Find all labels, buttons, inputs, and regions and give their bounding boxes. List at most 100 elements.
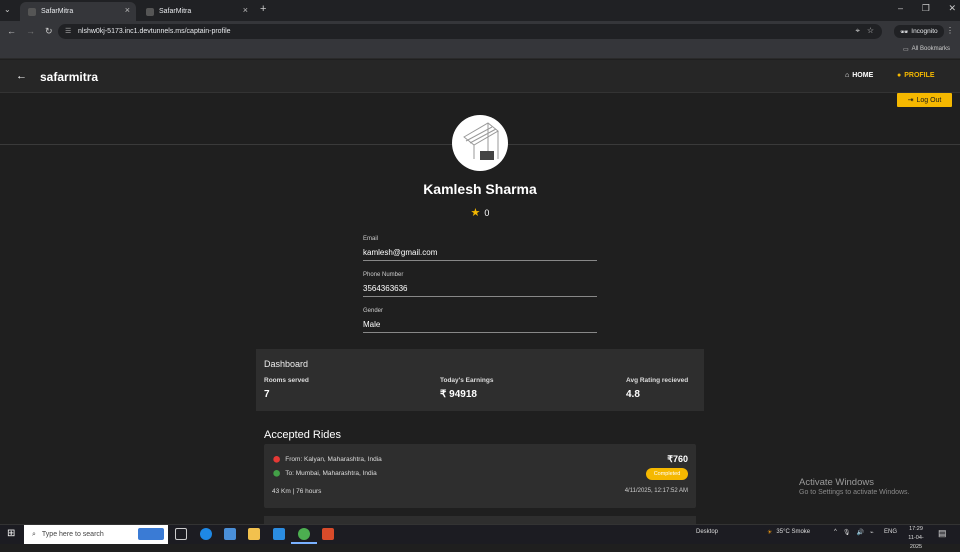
search-icon: ⌕ — [32, 530, 36, 538]
favicon-icon — [28, 7, 36, 16]
stat-label: Rooms served — [264, 377, 309, 384]
brand-logo[interactable]: safarmitra — [40, 70, 98, 84]
back-icon[interactable]: ← — [7, 26, 16, 37]
folder-icon: ▭ — [903, 47, 909, 53]
search-placeholder: Type here to search — [41, 531, 104, 538]
weather-icon: ☀ — [767, 530, 773, 536]
user-icon: ● — [897, 72, 902, 79]
language-indicator[interactable]: ENG — [884, 529, 897, 535]
clock-date: 11-04-2025 — [908, 535, 924, 550]
incognito-icon: 🕶 — [900, 28, 909, 36]
favicon-icon — [146, 7, 154, 16]
nav-home[interactable]: ⌂ HOME — [845, 72, 873, 79]
dashboard-card: Dashboard Rooms served 7 Today's Earning… — [256, 349, 704, 411]
rides-title: Accepted Rides — [264, 429, 342, 441]
tab-active[interactable]: SafarMitra × — [20, 2, 136, 21]
powerpoint-icon[interactable] — [322, 528, 334, 540]
gender-field[interactable]: Male — [363, 320, 597, 333]
location-icon[interactable]: ⌖ — [855, 26, 860, 36]
stat-label: Today's Earnings — [440, 377, 494, 384]
clock[interactable]: 17:29 11-04-2025 — [903, 525, 929, 552]
tab-label: SafarMitra — [159, 8, 192, 15]
ride-from: ⬤ From: Kalyan, Maharashtra, India — [273, 455, 382, 464]
home-icon: ⌂ — [845, 72, 850, 79]
activate-windows-subtitle: Go to Settings to activate Windows. — [799, 489, 910, 496]
weather-text: 35°C Smoke — [776, 529, 811, 535]
incognito-indicator[interactable]: 🕶 Incognito — [894, 25, 944, 38]
tab-list-icon[interactable]: ⌄ — [4, 5, 11, 14]
microphone-icon[interactable]: 🎙 — [843, 529, 851, 536]
ride-to-text: To: Mumbai, Maharashtra, India — [285, 469, 377, 477]
bookmark-star-icon[interactable]: ☆ — [867, 26, 874, 35]
avatar-illustration — [463, 122, 499, 160]
tab-inactive[interactable]: SafarMitra × — [138, 2, 254, 21]
ride-datetime: 4/11/2025, 12:17:52 AM — [624, 488, 688, 494]
network-icon[interactable]: ⌁ — [870, 529, 874, 536]
search-highlight-icon — [138, 528, 164, 540]
close-tab-icon[interactable]: × — [243, 5, 248, 15]
windows-start-icon[interactable]: ⊞ — [7, 528, 15, 539]
nav-home-label: HOME — [852, 72, 874, 79]
rating-value: 0 — [484, 207, 490, 218]
system-tray: ^ 🎙 🔊 ⌁ — [834, 529, 874, 536]
email-field[interactable]: kamlesh@gmail.com — [363, 248, 597, 261]
ride-from-text: From: Kalyan, Maharashtra, India — [285, 455, 382, 463]
clock-time: 17:29 — [909, 526, 923, 532]
chrome-icon[interactable] — [298, 528, 310, 540]
address-bar[interactable]: ☰ nlshw0kj-5173.inc1.devtunnels.ms/capta… — [58, 24, 882, 39]
vscode-icon[interactable] — [273, 528, 285, 540]
url-text: nlshw0kj-5173.inc1.devtunnels.ms/captain… — [78, 28, 231, 35]
logout-label: Log Out — [916, 96, 942, 104]
nav-profile[interactable]: ● PROFILE — [897, 72, 935, 79]
menu-icon[interactable]: ⋮ — [946, 26, 954, 35]
map-pin-icon: ⬤ — [273, 456, 281, 463]
all-bookmarks-label: All Bookmarks — [911, 46, 951, 52]
new-tab-button[interactable]: + — [260, 3, 266, 15]
window-controls: – ❐ ✕ — [898, 3, 956, 14]
desktop-toolbar[interactable]: Desktop — [696, 529, 718, 535]
volume-icon[interactable]: 🔊 — [856, 529, 863, 536]
ride-to: ⬤ To: Mumbai, Maharashtra, India — [273, 469, 377, 478]
all-bookmarks[interactable]: ▭ All Bookmarks — [903, 46, 950, 53]
profile-name: Kamlesh Sharma — [423, 181, 537, 197]
close-tab-icon[interactable]: × — [125, 5, 130, 15]
logout-icon: ⇥ — [907, 97, 914, 104]
status-badge: Completed — [646, 468, 688, 480]
forward-icon[interactable]: → — [26, 26, 35, 37]
app-header — [0, 60, 960, 93]
edge-icon[interactable] — [200, 528, 212, 540]
stat-label: Avg Rating recieved — [626, 377, 689, 384]
email-label: Email — [363, 236, 379, 242]
map-pin-icon: ⬤ — [273, 470, 281, 477]
profile-rating: ★ 0 — [440, 206, 520, 219]
stat-value: ₹ 94918 — [440, 389, 477, 400]
close-window-icon[interactable]: ✕ — [948, 3, 956, 14]
notification-icon[interactable]: ▤ — [938, 528, 947, 539]
tab-label: SafarMitra — [41, 8, 74, 15]
ride-card[interactable] — [264, 516, 696, 524]
ride-meta: 43 Km | 76 hours — [272, 488, 322, 495]
back-arrow-icon[interactable]: ← — [16, 70, 27, 82]
logout-button[interactable]: ⇥ Log Out — [897, 93, 952, 107]
task-view-icon[interactable] — [175, 528, 187, 540]
weather-widget[interactable]: ☀ 35°C Smoke — [767, 529, 810, 536]
dashboard-title: Dashboard — [264, 359, 309, 369]
site-info-icon[interactable]: ☰ — [65, 27, 71, 35]
stat-value: 7 — [264, 389, 270, 400]
avatar — [452, 115, 508, 171]
star-icon: ★ — [470, 207, 481, 219]
minimize-icon[interactable]: – — [898, 3, 903, 14]
phone-label: Phone Number — [363, 272, 404, 278]
incognito-label: Incognito — [911, 28, 938, 35]
nav-buttons: ← → ↻ — [7, 26, 53, 37]
restore-icon[interactable]: ❐ — [922, 3, 930, 14]
reload-icon[interactable]: ↻ — [45, 26, 53, 37]
nav-profile-label: PROFILE — [904, 72, 935, 79]
chevron-up-icon[interactable]: ^ — [834, 529, 837, 536]
stat-value: 4.8 — [626, 389, 640, 400]
phone-field[interactable]: 3564363636 — [363, 284, 597, 297]
activate-windows-title: Activate Windows — [799, 477, 874, 488]
file-explorer-icon[interactable] — [248, 528, 260, 540]
ride-card[interactable]: ⬤ From: Kalyan, Maharashtra, India ⬤ To: M… — [264, 444, 696, 508]
store-icon[interactable] — [224, 528, 236, 540]
